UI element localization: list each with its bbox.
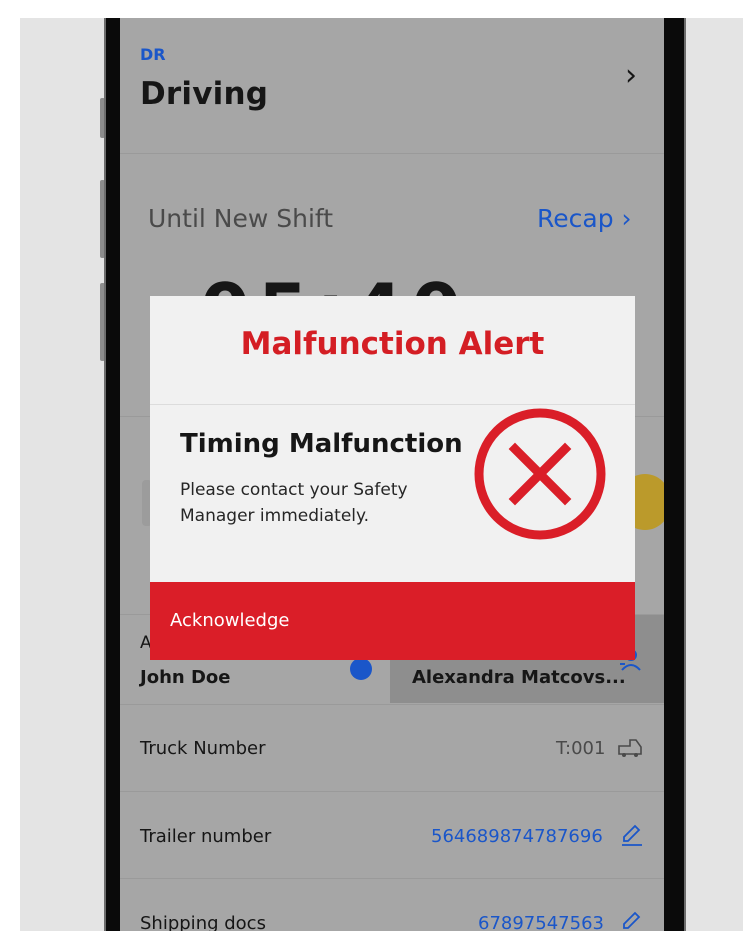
dialog-divider [150, 404, 635, 405]
error-circle-x-icon [474, 408, 606, 540]
dialog-heading: Timing Malfunction [180, 429, 463, 459]
malfunction-alert-dialog: Malfunction Alert Timing Malfunction Ple… [150, 296, 635, 660]
trailer-number-value[interactable]: 564689874787696 [431, 826, 603, 847]
truck-number-value: T:001 [556, 738, 606, 759]
header-divider [120, 153, 664, 154]
recap-label: Recap [537, 204, 614, 233]
status-chevron-icon[interactable]: › [616, 58, 646, 94]
drivers-bottom-divider [120, 704, 664, 705]
truck-divider [120, 791, 664, 792]
driver-name[interactable]: John Doe [140, 667, 230, 688]
trailer-divider [120, 878, 664, 879]
dialog-message: Please contact your Safety Manager immed… [180, 480, 408, 526]
trailer-number-label: Trailer number [140, 826, 272, 847]
recap-link[interactable]: Recap › [537, 204, 632, 233]
dialog-title: Malfunction Alert [240, 326, 545, 362]
truck-number-label: Truck Number [140, 738, 266, 759]
until-new-shift-label: Until New Shift [148, 204, 334, 233]
edit-pencil-icon[interactable] [618, 822, 646, 848]
chevron-right-icon: › [621, 204, 632, 233]
status-code: DR [140, 45, 166, 64]
edit-pencil-icon[interactable] [618, 909, 646, 931]
codriver-name[interactable]: Alexandra Matcovs... [412, 667, 626, 688]
shipping-docs-value[interactable]: 67897547563 [478, 913, 604, 931]
driver-info-icon[interactable] [350, 658, 372, 680]
truck-icon [618, 739, 642, 757]
shipping-docs-label: Shipping docs [140, 913, 266, 931]
acknowledge-button[interactable]: Acknowledge [150, 582, 635, 660]
status-title: Driving [140, 76, 269, 112]
